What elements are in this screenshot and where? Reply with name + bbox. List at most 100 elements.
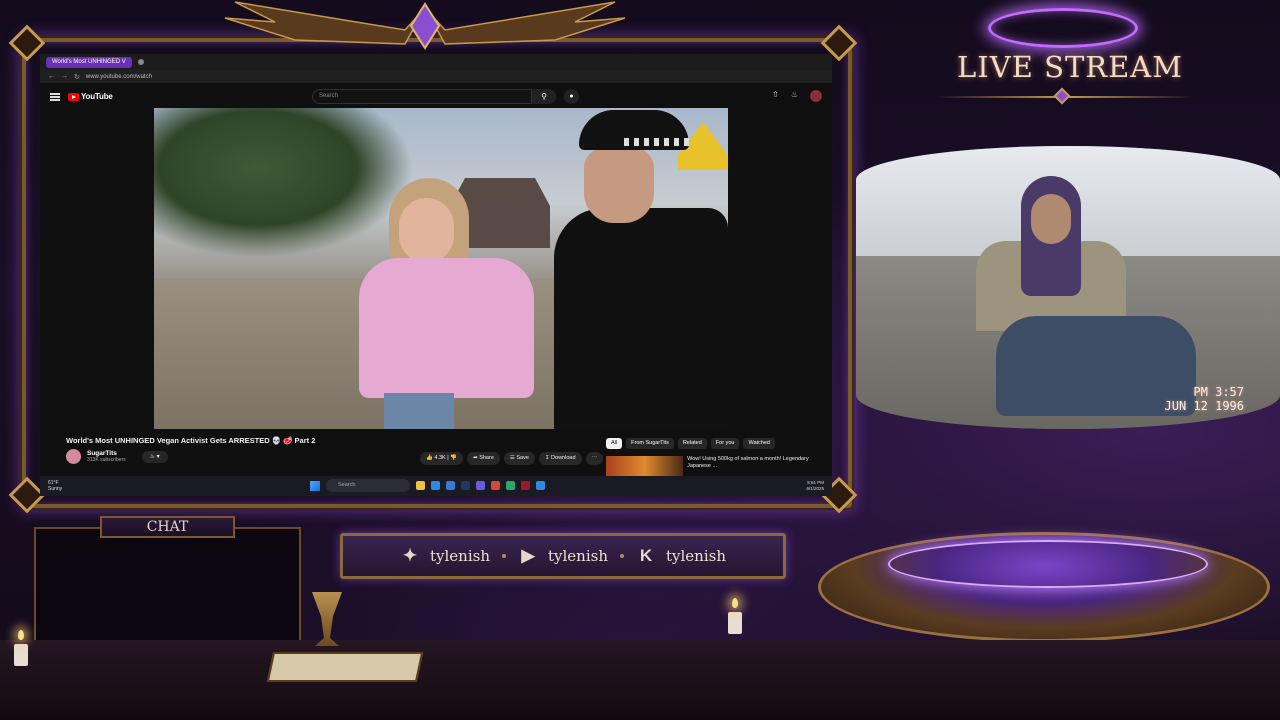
like-count: 4.3K — [434, 455, 446, 461]
browser-icon[interactable] — [506, 481, 515, 490]
taskbar-weather[interactable]: 61°F Sunny — [48, 480, 62, 492]
officer-face — [584, 148, 654, 223]
video-title: World's Most UNHINGED Vegan Activist Get… — [66, 436, 316, 445]
edge-icon[interactable] — [431, 481, 440, 490]
channel-subscriber-count: 313K subscribers — [87, 457, 126, 463]
download-button[interactable]: ↧ Download — [538, 452, 582, 465]
webcam-timestamp: PM 3:57 JUN 12 1996 — [1165, 385, 1244, 413]
recommended-video-title[interactable]: Wow! Using 500kg of salmon a month! Lege… — [687, 456, 826, 476]
chrome-icon[interactable] — [491, 481, 500, 490]
chip-from-channel[interactable]: From SugarTits — [626, 438, 674, 449]
clock-date: 6/1/2025 — [806, 486, 824, 491]
youtube-logo[interactable]: YouTube — [68, 92, 113, 101]
webcam-date: JUN 12 1996 — [1164, 399, 1244, 413]
video-subject-officer — [554, 108, 728, 429]
notification-bell-icon[interactable]: ♨ — [791, 90, 798, 102]
social-handle: tylenish — [430, 547, 490, 565]
search-icon[interactable]: ⚲ — [532, 89, 556, 104]
channel-name[interactable]: SugarTits — [87, 450, 126, 457]
taskbar-search-input[interactable]: Search — [326, 479, 410, 492]
file-explorer-icon[interactable] — [416, 481, 425, 490]
social-kick: K tylenish — [636, 546, 726, 566]
subscribed-bell-button[interactable]: ♨ ▾ — [141, 450, 168, 463]
youtube-play-icon — [68, 92, 79, 101]
video-subject-jeans — [384, 393, 454, 429]
candle-ornament — [14, 644, 28, 666]
socials-banner: ✦ tylenish ▶ tylenish K tylenish — [340, 533, 786, 579]
browser-tab-active[interactable]: World's Most UNHINGED V — [46, 56, 132, 68]
webcam-time: PM 3:57 — [1193, 385, 1244, 399]
save-label: Save — [516, 455, 529, 461]
new-tab-icon[interactable] — [137, 59, 144, 65]
like-button[interactable]: 👍 4.3K | 👎 — [420, 452, 464, 465]
gem-ornament — [1053, 87, 1071, 105]
twitter-icon: ✦ — [402, 546, 418, 565]
more-actions-button[interactable]: ⋯ — [585, 452, 604, 465]
social-twitter: ✦ tylenish — [400, 546, 490, 566]
chip-watched[interactable]: Watched — [743, 438, 775, 449]
recommended-video[interactable]: Wow! Using 500kg of salmon a month! Lege… — [606, 456, 826, 476]
weather-description: Sunny — [48, 486, 63, 492]
share-button[interactable]: ➦ Share — [467, 452, 500, 465]
chip-for-you[interactable]: For you — [710, 438, 740, 449]
upload-icon[interactable]: ⇧ — [772, 90, 779, 102]
social-separator — [620, 554, 624, 558]
candle-flame — [732, 598, 738, 608]
youtube-search-input[interactable]: Search — [312, 89, 532, 104]
hamburger-menu-icon[interactable] — [50, 92, 60, 101]
reload-icon[interactable]: ↻ — [74, 73, 80, 81]
live-stream-title: LIVE STREAM — [957, 50, 1183, 84]
social-youtube: ▶ tylenish — [518, 546, 608, 566]
video-subject-hoodie — [359, 258, 534, 398]
winged-crest-ornament — [224, 1, 626, 50]
video-metadata: World's Most UNHINGED Vegan Activist Get… — [66, 436, 606, 465]
browser-tab-bar: World's Most UNHINGED V — [40, 54, 832, 70]
youtube-header: YouTube Search ⚲ ● ⇧ ♨ — [40, 83, 832, 110]
webcam-subject-face — [1031, 194, 1071, 244]
candle-ornament — [728, 612, 742, 634]
kick-icon: K — [639, 546, 653, 565]
taskbar-apps: Search — [310, 479, 545, 492]
store-icon[interactable] — [446, 481, 455, 490]
share-label: Share — [479, 455, 494, 461]
candle-flame — [18, 630, 24, 640]
channel-avatar[interactable] — [66, 449, 81, 464]
windows-start-icon[interactable] — [310, 480, 320, 491]
windows-taskbar: 61°F Sunny Search 8:51 PM 6/1/2025 — [40, 476, 832, 496]
social-separator — [502, 554, 506, 558]
social-handle: tylenish — [548, 547, 608, 565]
taskbar-clock[interactable]: 8:51 PM 6/1/2025 — [806, 480, 824, 492]
officer-vest — [554, 208, 728, 429]
chat-label: CHAT — [100, 516, 235, 538]
obs-icon[interactable] — [521, 481, 530, 490]
app-icon[interactable] — [536, 481, 545, 490]
webcam-feed: PM 3:57 JUN 12 1996 — [856, 146, 1280, 429]
user-avatar[interactable] — [810, 90, 822, 102]
recommended-video-thumbnail[interactable] — [606, 456, 684, 476]
open-book-ornament — [266, 652, 424, 682]
download-label: Download — [551, 455, 576, 461]
youtube-logo-text: YouTube — [81, 92, 113, 101]
microphone-icon[interactable]: ● — [564, 89, 579, 104]
steam-icon[interactable] — [461, 481, 470, 490]
forward-icon[interactable]: → — [61, 73, 68, 80]
discord-icon[interactable] — [476, 481, 485, 490]
table-surface — [0, 640, 1280, 720]
browser-url-bar[interactable]: ← → ↻ www.youtube.com/watch — [40, 70, 832, 83]
chip-related[interactable]: Related — [677, 438, 707, 449]
back-icon[interactable]: ← — [48, 73, 55, 80]
recommendation-filter-chips: All From SugarTits Related For you Watch… — [606, 438, 775, 449]
screen-share-browser: World's Most UNHINGED V ← → ↻ www.youtub… — [40, 54, 832, 496]
video-actions: 👍 4.3K | 👎 ➦ Share ☰ Save ↧ Download ⋯ — [420, 452, 604, 465]
youtube-icon: ▶ — [521, 546, 535, 565]
video-subject-woman — [359, 178, 534, 429]
chip-all[interactable]: All — [606, 438, 623, 449]
goblet-ornament — [312, 592, 342, 646]
magic-circle-ornament — [888, 540, 1208, 588]
video-player[interactable] — [154, 108, 728, 429]
save-button[interactable]: ☰ Save — [503, 452, 535, 465]
youtube-header-actions: ⇧ ♨ — [772, 90, 822, 102]
url-text[interactable]: www.youtube.com/watch — [86, 74, 152, 80]
halo-ornament — [988, 8, 1138, 48]
video-subject-face — [399, 198, 454, 263]
